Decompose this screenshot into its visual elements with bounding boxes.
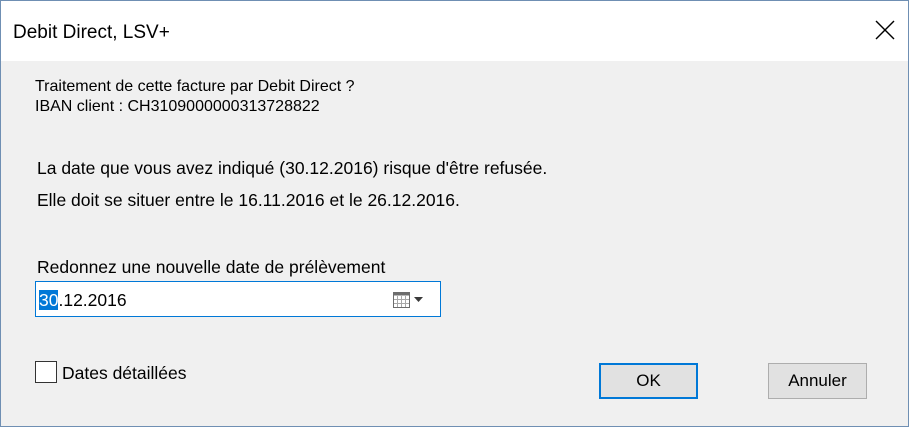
date-field-label: Redonnez une nouvelle date de prélèvemen…	[37, 257, 386, 277]
dialog-window: Debit Direct, LSV+ Traitement de cette f…	[0, 0, 909, 427]
date-day-selected[interactable]: 30	[39, 290, 59, 310]
ok-button[interactable]: OK	[599, 363, 698, 399]
date-value[interactable]: 30.12.2016	[39, 289, 127, 311]
detailed-dates-label[interactable]: Dates détaillées	[62, 362, 187, 384]
warning-line-2: Elle doit se situer entre le 16.11.2016 …	[37, 190, 460, 210]
date-picker-field[interactable]: 30.12.2016	[35, 281, 441, 317]
cancel-button[interactable]: Annuler	[768, 363, 867, 399]
calendar-dropdown-button[interactable]	[392, 289, 430, 311]
calendar-dropdown-icon	[393, 292, 423, 308]
warning-line-1: La date que vous avez indiqué (30.12.201…	[37, 158, 548, 178]
close-icon	[875, 20, 895, 40]
title-bar[interactable]: Debit Direct, LSV+	[1, 1, 908, 61]
intro-question: Traitement de cette facture par Debit Di…	[35, 78, 355, 95]
date-value-rest: .12.2016	[58, 290, 127, 310]
dialog-content: Traitement de cette facture par Debit Di…	[1, 61, 908, 426]
window-title: Debit Direct, LSV+	[13, 22, 170, 43]
iban-text: IBAN client : CH3109000000313728822	[35, 98, 320, 115]
detailed-dates-checkbox[interactable]	[35, 361, 57, 383]
close-button[interactable]	[862, 1, 908, 61]
